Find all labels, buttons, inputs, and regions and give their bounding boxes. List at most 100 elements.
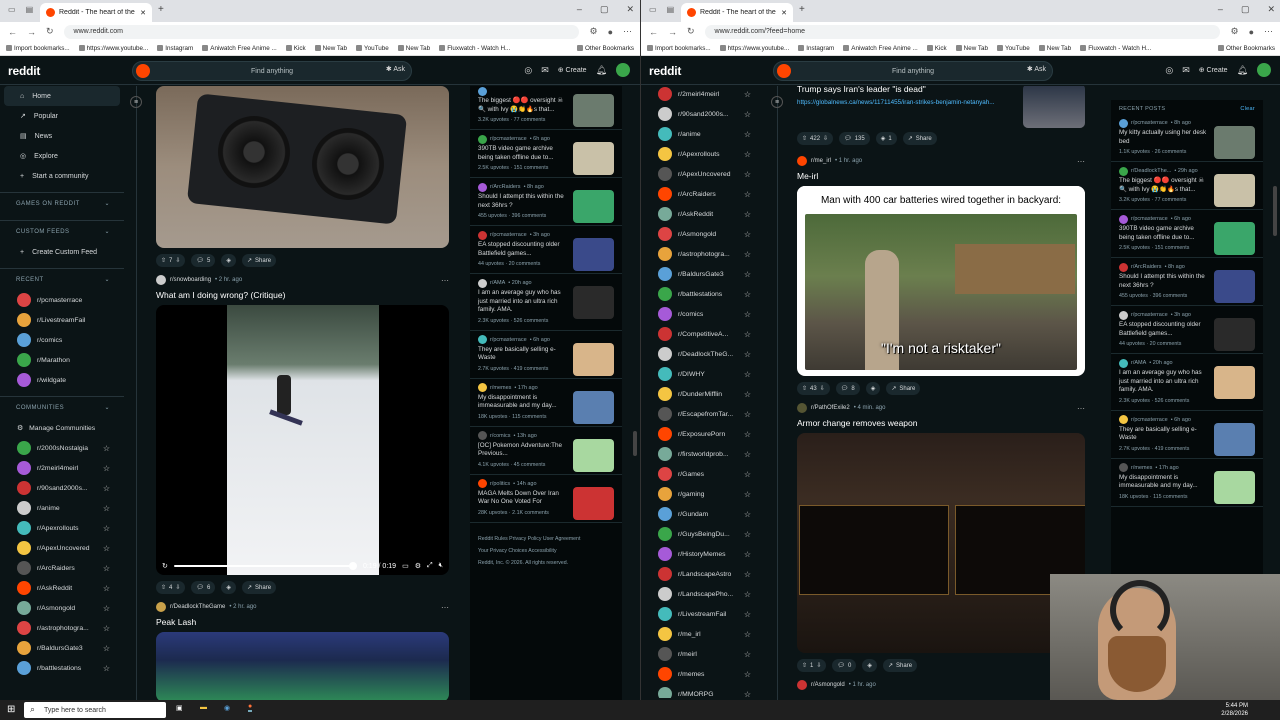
section-games[interactable]: GAMES ON REDDIT ⌄: [0, 192, 124, 214]
start-icon[interactable]: ⊞: [7, 704, 15, 715]
rail-post-title[interactable]: Should I attempt this within the next 36…: [478, 193, 568, 210]
sidebar-item-news[interactable]: ▤ News: [0, 126, 124, 146]
community-item[interactable]: r/DIWHY ☆: [641, 364, 765, 384]
recent-item[interactable]: r/wildgate: [0, 370, 124, 390]
notification-icon[interactable]: 🔔︎: [596, 65, 607, 76]
footer-link[interactable]: Your Privacy Choices: [478, 548, 527, 554]
bookmark-item[interactable]: Fluxwatch - Watch H...: [439, 45, 510, 52]
sidebar-item-popular[interactable]: ↗ Popular: [0, 106, 124, 126]
notification-icon[interactable]: 🔔︎: [1237, 65, 1248, 76]
back-icon[interactable]: ←: [649, 27, 658, 37]
maximize-icon[interactable]: ▢: [1241, 4, 1250, 15]
subreddit-name[interactable]: r/Asmongold: [811, 682, 845, 688]
share-button[interactable]: ↗ Share: [883, 659, 918, 672]
rail-post-thumbnail[interactable]: [1214, 366, 1255, 399]
bookmark-item[interactable]: Instagram: [798, 45, 834, 52]
progress-bar[interactable]: [173, 562, 357, 570]
community-item[interactable]: r/LandscapeAstro ☆: [641, 564, 765, 584]
community-item[interactable]: r/DeadlockTheG... ☆: [641, 344, 765, 364]
ask-button[interactable]: ✱ Ask: [1027, 65, 1046, 73]
community-item[interactable]: r/MMORPG ☆: [641, 684, 765, 698]
vote-button[interactable]: ⇧ 1 ⇩: [797, 659, 827, 672]
file-explorer-icon[interactable]: ▬: [200, 704, 207, 711]
window-icon[interactable]: ▭: [8, 5, 16, 14]
rail-post-thumbnail[interactable]: [573, 438, 614, 472]
subreddit-name[interactable]: r/PathOfExile2: [811, 405, 850, 411]
rail-post[interactable]: r/politics • 14h ago MAGA Melts Down Over …: [470, 479, 622, 523]
community-item[interactable]: r/BaldursGate3 ☆: [0, 638, 124, 658]
other-bookmarks[interactable]: Other Bookmarks: [577, 45, 634, 52]
bookmark-item[interactable]: Aniwatch Free Anime ...: [202, 45, 277, 52]
star-icon[interactable]: ☆: [744, 530, 751, 539]
address-bar[interactable]: www.reddit.com/?feed=home: [704, 24, 1221, 39]
collections-icon[interactable]: ▤: [667, 5, 675, 14]
user-avatar[interactable]: [616, 63, 630, 77]
collections-icon[interactable]: ▤: [26, 5, 34, 14]
bookmark-item[interactable]: Aniwatch Free Anime ...: [843, 45, 918, 52]
rail-post-title[interactable]: 390TB video game archive being taken off…: [478, 145, 568, 162]
reload-icon[interactable]: ↻: [687, 26, 695, 37]
star-icon[interactable]: ☆: [103, 544, 110, 553]
star-icon[interactable]: ☆: [103, 644, 110, 653]
recent-item[interactable]: r/comics: [0, 330, 124, 350]
rail-post[interactable]: r/pcmasterrace • 6h ago 390TB video game a…: [1111, 214, 1263, 258]
bookmark-item[interactable]: Fluxwatch - Watch H...: [1080, 45, 1151, 52]
rail-post-thumbnail[interactable]: [1214, 422, 1255, 456]
star-icon[interactable]: ☆: [744, 90, 751, 99]
post-title[interactable]: Peak Lash: [156, 617, 449, 627]
star-icon[interactable]: ☆: [744, 450, 751, 459]
rail-post-thumbnail[interactable]: [573, 342, 614, 376]
rail-post[interactable]: r/memes • 17h ago My disappointment is imm…: [470, 383, 622, 427]
recent-item[interactable]: r/LivestreamFail: [0, 310, 124, 330]
captions-icon[interactable]: ▭: [402, 562, 409, 570]
community-item[interactable]: r/90sand2000s... ☆: [0, 478, 124, 498]
fullscreen-icon[interactable]: ⤢: [427, 562, 433, 570]
rail-post[interactable]: r/pcmasterrace • 3h ago EA stopped discoun…: [1111, 310, 1263, 354]
post-me-irl[interactable]: r/me_irl • 1 hr. ago ⋯ Me-irl Man with 400…: [791, 154, 1091, 395]
forward-icon[interactable]: →: [27, 27, 36, 37]
more-options-icon[interactable]: ⋯: [1077, 404, 1085, 413]
rail-post[interactable]: r/ArcRaiders • 8h ago Should I attempt thi…: [470, 182, 622, 226]
comments-button[interactable]: 💬︎ 135: [839, 132, 870, 145]
upvote-icon[interactable]: ⇧: [802, 135, 807, 142]
rail-post-title[interactable]: EA stopped discounting older Battlefield…: [1119, 321, 1209, 338]
community-item[interactable]: r/HistoryMemes ☆: [641, 544, 765, 564]
star-icon[interactable]: ☆: [744, 590, 751, 599]
downvote-icon[interactable]: ⇩: [823, 135, 828, 142]
manage-communities[interactable]: ⚙ Manage Communities: [0, 418, 124, 438]
post-title[interactable]: Me-irl: [797, 171, 1085, 181]
post-image[interactable]: [156, 86, 449, 248]
rail-post-thumbnail[interactable]: [573, 286, 614, 319]
task-view-icon[interactable]: ▣: [176, 704, 183, 712]
downvote-icon[interactable]: ⇩: [175, 584, 180, 591]
extensions-icon[interactable]: ⚙: [589, 26, 597, 37]
more-options-icon[interactable]: ⋯: [1077, 157, 1085, 166]
tab-actions[interactable]: ▭ ▤: [8, 5, 33, 14]
close-tab-icon[interactable]: ✕: [140, 9, 146, 17]
comments-button[interactable]: 💬︎ 6: [191, 581, 216, 594]
post-title[interactable]: What am I doing wrong? (Critique): [156, 290, 449, 300]
scrollbar-thumb[interactable]: [1273, 186, 1277, 236]
rail-post[interactable]: r/comics • 13h ago [OC] Pokemon Adventure:…: [470, 431, 622, 475]
share-button[interactable]: ↗ Share: [242, 254, 277, 267]
star-icon[interactable]: ☆: [103, 504, 110, 513]
community-item[interactable]: r/gaming ☆: [641, 484, 765, 504]
award-button[interactable]: ◈ 1: [875, 132, 897, 145]
share-button[interactable]: ↗ Share: [886, 382, 921, 395]
downvote-icon[interactable]: ⇩: [816, 662, 821, 669]
footer-link[interactable]: Privacy Policy: [509, 536, 541, 542]
star-icon[interactable]: ☆: [744, 370, 751, 379]
community-item[interactable]: r/2meirl4meirl ☆: [641, 84, 765, 104]
star-icon[interactable]: ☆: [744, 470, 751, 479]
window-icon[interactable]: ▭: [649, 5, 657, 14]
rail-post-thumbnail[interactable]: [573, 142, 614, 175]
star-icon[interactable]: ☆: [744, 290, 751, 299]
maximize-icon[interactable]: ▢: [600, 4, 609, 15]
steam-icon[interactable]: ◉: [224, 704, 230, 712]
post-title[interactable]: Armor change removes weapon: [797, 418, 1085, 428]
tab-reddit[interactable]: Reddit - The heart of the intern ✕: [681, 3, 793, 22]
rail-post-thumbnail[interactable]: [573, 238, 614, 271]
rail-post-title[interactable]: They are basically selling e-Waste: [478, 346, 568, 363]
rail-post[interactable]: The biggest 🔴🔴 oversight ☠🔍 with Ivy 😭👏🔥…: [470, 86, 622, 130]
star-icon[interactable]: ☆: [744, 490, 751, 499]
